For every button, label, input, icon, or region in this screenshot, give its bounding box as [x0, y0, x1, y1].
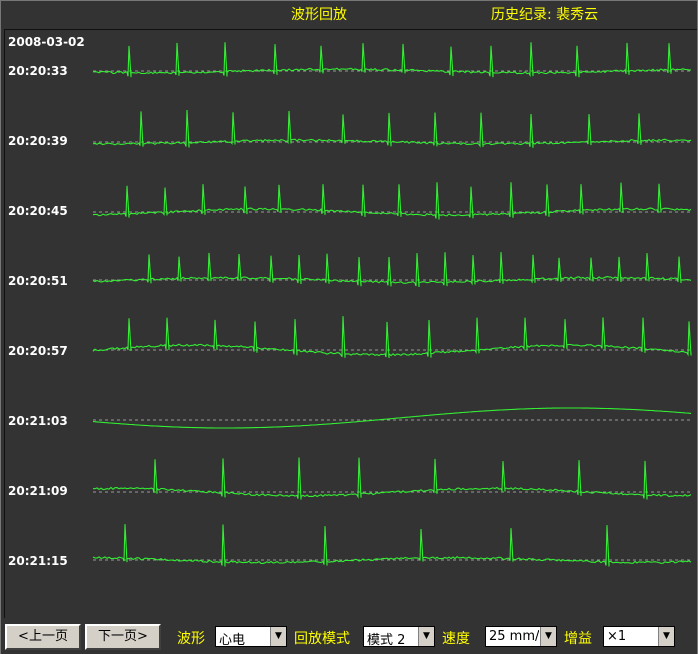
ecg-row	[92, 252, 692, 288]
ecg-row	[92, 182, 692, 220]
playback-mode-select[interactable]: 模式 2 ▼	[363, 626, 435, 648]
ecg-trace	[92, 524, 692, 567]
playback-mode-label: 回放模式	[294, 631, 350, 647]
chevron-down-icon[interactable]: ▼	[270, 627, 286, 646]
chevron-down-icon[interactable]: ▼	[658, 627, 674, 646]
ecg-trace	[92, 182, 692, 220]
ecg-trace	[92, 316, 692, 359]
ecg-trace	[92, 252, 692, 288]
speed-label: 速度	[442, 631, 470, 647]
ecg-row	[93, 457, 692, 500]
ecg-canvas	[92, 42, 692, 567]
row-time-label: 20:20:45	[8, 204, 68, 218]
ecg-row	[92, 407, 692, 429]
speed-select[interactable]: 25 mm/ ▼	[485, 626, 557, 647]
ecg-trace	[92, 407, 692, 429]
chevron-down-icon[interactable]: ▼	[540, 627, 556, 646]
record-title: 历史纪录: 裴秀云	[491, 7, 599, 23]
ecg-trace	[92, 109, 692, 148]
control-bar: <上一页 下一页> 波形 心电 ▼ 回放模式 模式 2 ▼ 速度 25 mm/ …	[1, 620, 697, 654]
next-page-button[interactable]: 下一页>	[85, 624, 161, 650]
row-time-label: 20:21:09	[8, 484, 68, 498]
gain-select-value: ×1	[607, 629, 627, 644]
title-bar: 波形回放 历史纪录: 裴秀云	[1, 1, 697, 29]
app-window: 波形回放 历史纪录: 裴秀云 2008-03-02 20:20:33 20:20…	[0, 0, 698, 654]
row-time-label: 20:20:39	[8, 134, 68, 148]
waveform-select[interactable]: 心电 ▼	[215, 626, 287, 648]
prev-page-button[interactable]: <上一页	[5, 624, 81, 650]
record-date: 2008-03-02	[8, 35, 85, 49]
row-time-label: 20:20:51	[8, 274, 68, 288]
ecg-row	[92, 109, 692, 148]
chevron-down-icon[interactable]: ▼	[418, 627, 434, 646]
ecg-trace	[93, 457, 692, 500]
gain-label: 增益	[564, 631, 592, 647]
ecg-row	[92, 42, 692, 78]
row-time-label: 20:21:03	[8, 414, 68, 428]
waveform-select-value: 心电	[219, 633, 246, 648]
playback-mode-value: 模式 2	[367, 633, 406, 648]
row-time-label: 20:20:57	[8, 344, 68, 358]
row-time-label: 20:20:33	[8, 64, 68, 78]
speed-select-value: 25 mm/	[489, 629, 540, 644]
waveform-label: 波形	[177, 631, 205, 647]
ecg-trace	[92, 42, 692, 78]
ecg-row	[92, 316, 692, 359]
waveform-display: 2008-03-02 20:20:33 20:20:39 20:20:45 20…	[4, 29, 697, 618]
page-title: 波形回放	[291, 7, 347, 23]
row-time-label: 20:21:15	[8, 554, 68, 568]
ecg-row	[92, 524, 692, 567]
gain-select[interactable]: ×1 ▼	[603, 626, 675, 647]
